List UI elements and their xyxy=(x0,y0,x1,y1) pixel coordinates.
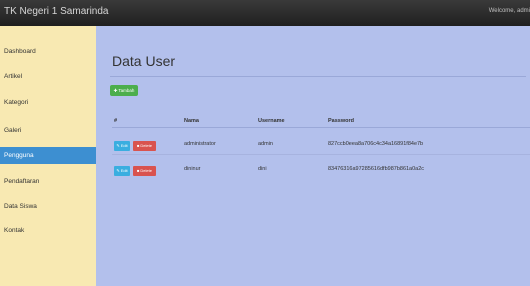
sidebar-item-data-siswa[interactable]: Data Siswa xyxy=(0,198,96,215)
top-navbar: TK Negeri 1 Samarinda Welcome, admi xyxy=(0,0,530,26)
sidebar-item-artikel[interactable]: Artikel xyxy=(0,68,96,85)
table-header-divider xyxy=(112,127,530,128)
table-cell-password: 83476316a97285616dfb987b861a0a2c xyxy=(328,166,425,172)
column-header-number: # xyxy=(114,118,118,124)
sidebar-item-pengguna[interactable]: Pengguna xyxy=(0,147,96,164)
delete-button[interactable]: ■Delete xyxy=(133,141,156,151)
column-header-username: Username xyxy=(258,118,285,124)
table-cell-nama: dininur xyxy=(184,166,201,172)
edit-icon: ✎ xyxy=(116,143,120,148)
column-header-password: Password xyxy=(328,118,354,124)
column-header-nama: Nama xyxy=(184,118,199,124)
delete-button[interactable]: ■Delete xyxy=(133,166,156,176)
table-cell-nama: administrator xyxy=(184,141,216,147)
edit-button[interactable]: ✎Edit xyxy=(114,166,130,176)
sidebar-item-dashboard[interactable]: Dashboard xyxy=(0,43,96,60)
plus-circle-icon: ✚ xyxy=(113,88,118,93)
sidebar-item-kontak[interactable]: Kontak xyxy=(0,222,96,239)
edit-button[interactable]: ✎Edit xyxy=(114,141,130,151)
edit-icon: ✎ xyxy=(116,168,120,173)
table-cell-password: 827ccb0eea8a706c4c34a16891f84e7b xyxy=(328,141,424,147)
sidebar-item-galeri[interactable]: Galeri xyxy=(0,122,96,139)
site-brand[interactable]: TK Negeri 1 Samarinda xyxy=(4,6,109,17)
edit-button-label: Edit xyxy=(120,143,128,148)
page-title: Data User xyxy=(112,53,176,69)
title-divider xyxy=(110,76,526,77)
table-cell-username: admin xyxy=(258,141,273,147)
add-button-label: Tambah xyxy=(118,88,135,93)
table-row-divider xyxy=(112,154,530,155)
sidebar-item-kategori[interactable]: Kategori xyxy=(0,94,96,111)
delete-button-label: Delete xyxy=(140,143,152,148)
sidebar-item-pendaftaran[interactable]: Pendaftaran xyxy=(0,173,96,190)
add-user-button[interactable]: ✚Tambah xyxy=(110,85,138,96)
main-content: Data User ✚Tambah xyxy=(96,26,530,286)
table-cell-username: dini xyxy=(258,166,267,172)
delete-button-label: Delete xyxy=(140,168,152,173)
edit-button-label: Edit xyxy=(120,168,128,173)
sidebar: Dashboard Artikel Kategori Galeri Penggu… xyxy=(0,26,96,286)
welcome-text[interactable]: Welcome, admi xyxy=(489,8,530,14)
